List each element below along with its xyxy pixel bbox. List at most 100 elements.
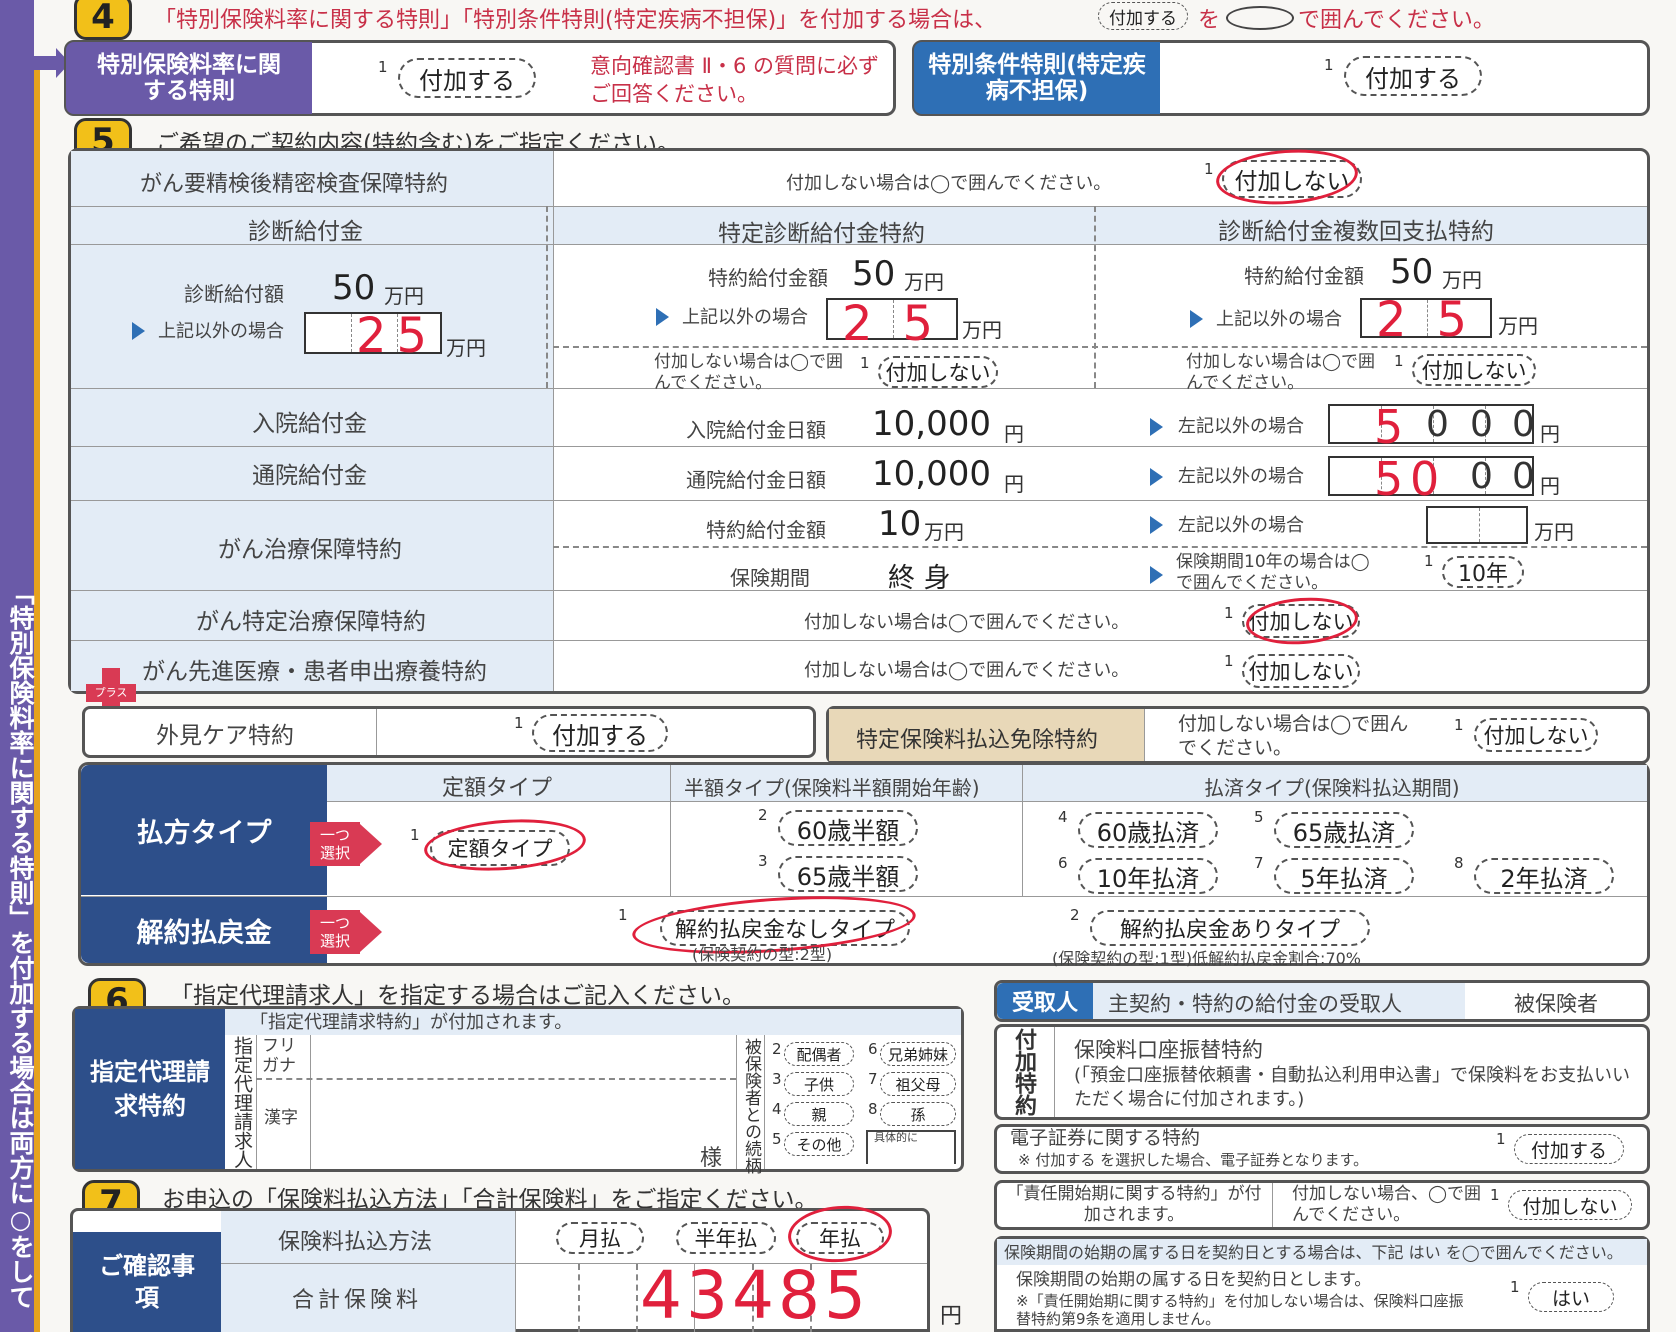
sekinin-no: 1: [1490, 1186, 1500, 1204]
fukusu-label: 診断給付金複数回支払特約: [1218, 219, 1494, 245]
tsuin-digit-2: 0: [1410, 452, 1440, 506]
harai-label: 払方タイプ: [81, 765, 327, 895]
tokutei-note: 付加しない場合は◯で囲んでください。: [654, 352, 844, 393]
tokutei-other-value: 25: [842, 296, 964, 352]
shindan-arrow: [132, 322, 145, 340]
uketori-value: 被保険者: [1514, 992, 1598, 1016]
harai-opt8[interactable]: 2年払済: [1474, 858, 1614, 894]
s7-total-unit: 円: [940, 1304, 963, 1329]
gan-chiryo-amount-label: 特約給付金額: [706, 518, 826, 542]
shindan-other-value: 25: [356, 308, 438, 364]
application-form: 「特別保険料率に関する特則」を付加する場合は両方に○をして 4 「特別保険料率に…: [0, 0, 1676, 1332]
s7-method-half[interactable]: 半年払: [676, 1222, 776, 1254]
s7-total-value: 43485: [640, 1257, 870, 1332]
tsuin-unit: 円: [1004, 472, 1024, 496]
harai-col1: 定額タイプ: [442, 776, 553, 801]
s6-rel4[interactable]: 祖父母: [880, 1072, 956, 1096]
denshi-no: 1: [1496, 1130, 1506, 1148]
nyuin-amount-label: 入院給付金日額: [686, 418, 826, 442]
kaiyaku-opt2-no: 2: [1070, 906, 1080, 924]
harai-col2: 半額タイプ(保険料半額開始年齢): [684, 776, 980, 800]
tokutei-amount-unit: 万円: [904, 270, 944, 294]
fukusu-option[interactable]: 付加しない: [1412, 354, 1536, 386]
fukusu-amount: 50: [1390, 252, 1434, 292]
tokutei-no: 1: [860, 354, 870, 372]
harai-opt7[interactable]: 5年払済: [1274, 858, 1414, 894]
harai-opt5[interactable]: 65歳払済: [1274, 812, 1414, 848]
s6-name-input[interactable]: [312, 1080, 732, 1168]
s6-rel6[interactable]: 孫: [880, 1102, 956, 1126]
tsuin-label: 通院給付金: [252, 463, 367, 489]
menjo-option[interactable]: 付加しない: [1474, 718, 1598, 752]
gan-tokutei-label: がん特定治療保障特約: [196, 609, 426, 635]
s6-kanji: 漢字: [264, 1108, 298, 1128]
denshi-option[interactable]: 付加する: [1514, 1134, 1624, 1164]
plus-tag-text: プラス: [94, 686, 128, 699]
gan-senshin-option[interactable]: 付加しない: [1242, 654, 1360, 688]
sidebar-text: 「特別保険料率に関する特則」を付加する場合は両方に○をして: [6, 580, 35, 1309]
harai-opt7-no: 7: [1254, 854, 1264, 872]
nyuin-digit-2: 0: [1426, 404, 1449, 445]
gan-chiryo-no: 1: [1424, 552, 1434, 570]
s4-left-option[interactable]: 付加する: [398, 58, 536, 98]
s4-left-note: 意向確認書 Ⅱ・6 の質問に必ずご回答ください。: [590, 54, 880, 106]
s4-right-title: 特別条件特則(特定疾病不担保): [914, 42, 1160, 114]
s4-right-option[interactable]: 付加する: [1344, 56, 1482, 96]
nyuin-label: 入院給付金: [252, 411, 367, 437]
s6-vlabel: 指定代理請求人: [231, 1036, 253, 1169]
tokutei-option[interactable]: 付加しない: [878, 356, 998, 388]
kaiyaku-label: 解約払戻金: [81, 897, 327, 963]
harai-opt2[interactable]: 60歳半額: [778, 810, 918, 846]
harai-opt8-no: 8: [1454, 854, 1464, 872]
s7-total-label: 合計保険料: [292, 1288, 423, 1313]
gaiken-no: 1: [514, 714, 524, 732]
s6-rel1[interactable]: 配偶者: [784, 1042, 854, 1066]
gan-chiryo-period: 終 身: [888, 563, 951, 594]
fukusu-amount-unit: 万円: [1442, 268, 1482, 292]
gan-tokutei-no: 1: [1224, 604, 1234, 622]
harai-opt3[interactable]: 65歳半額: [778, 856, 918, 892]
menjo-label: 特定保険料払込免除特約: [856, 728, 1099, 753]
fukusu-amount-label: 特約給付金額: [1244, 264, 1364, 288]
s6-furigana: フリガナ: [262, 1036, 296, 1076]
harai-opt6[interactable]: 10年払済: [1078, 858, 1218, 894]
kishi-option[interactable]: はい: [1528, 1282, 1614, 1312]
kaiyaku-select-tag: 一つ選択: [310, 910, 382, 954]
gan-chiryo-other-box[interactable]: [1426, 506, 1528, 544]
s7-side-label: ご確認事項: [73, 1232, 221, 1332]
s6-side-label: 指定代理請求特約: [75, 1009, 225, 1169]
gan-senshin-label: がん先進医療・患者申出療養特約: [142, 659, 487, 685]
s6-gutai: 具体的に: [874, 1131, 918, 1144]
s6-rel7[interactable]: その他: [784, 1132, 854, 1156]
s7-method-label: 保険料払込方法: [278, 1230, 433, 1255]
sekinin-option[interactable]: 付加しない: [1508, 1190, 1632, 1220]
tsuin-amount: 10,000: [872, 454, 991, 494]
s6-rel3-no: 3: [772, 1070, 782, 1088]
s6-rel5[interactable]: 親: [784, 1102, 854, 1126]
gan-senshin-no: 1: [1224, 652, 1234, 670]
s6-rel7-no: 5: [772, 1130, 782, 1148]
tsuin-digit-3: 0: [1470, 456, 1493, 497]
kaiyaku-opt2-note: (保険契約の型:1型)低解約払戻金割合:70%: [1052, 949, 1362, 968]
fuka-side: 付加特約: [1011, 1028, 1036, 1116]
kaiyaku-opt2[interactable]: 解約払戻金ありタイプ: [1090, 910, 1370, 946]
harai-opt4[interactable]: 60歳払済: [1078, 812, 1218, 848]
s6-rel2[interactable]: 兄弟姉妹: [880, 1042, 956, 1066]
gan-chiryo-option[interactable]: 10年: [1442, 556, 1524, 588]
gan-chiryo-other-label: 左記以外の場合: [1178, 515, 1304, 536]
fukusu-no: 1: [1394, 352, 1404, 370]
s6-rel2-no: 6: [868, 1040, 878, 1058]
tsuin-arrow: [1150, 468, 1163, 486]
gan-chiryo-period-label: 保険期間: [730, 566, 810, 590]
harai-opt4-no: 4: [1058, 808, 1068, 826]
s6-sub: 「指定代理請求特約」が付加されます。: [250, 1012, 573, 1033]
kaiyaku-opt1-no: 1: [618, 906, 628, 924]
gaiken-option[interactable]: 付加する: [532, 714, 668, 752]
gan-kensa-no: 1: [1204, 160, 1214, 178]
s7-method-monthly[interactable]: 月払: [556, 1222, 644, 1254]
s6-rel3[interactable]: 子供: [784, 1072, 854, 1096]
s4-right-no: 1: [1324, 56, 1334, 74]
shindan-other-label: 上記以外の場合: [158, 321, 284, 342]
koza-note: (「預金口座振替依頼書・自動払込利用申込書」で保険料をお支払いいただく場合に付加…: [1074, 1065, 1631, 1110]
uketori-label: 主契約・特約の給付金の受取人: [1108, 992, 1402, 1016]
